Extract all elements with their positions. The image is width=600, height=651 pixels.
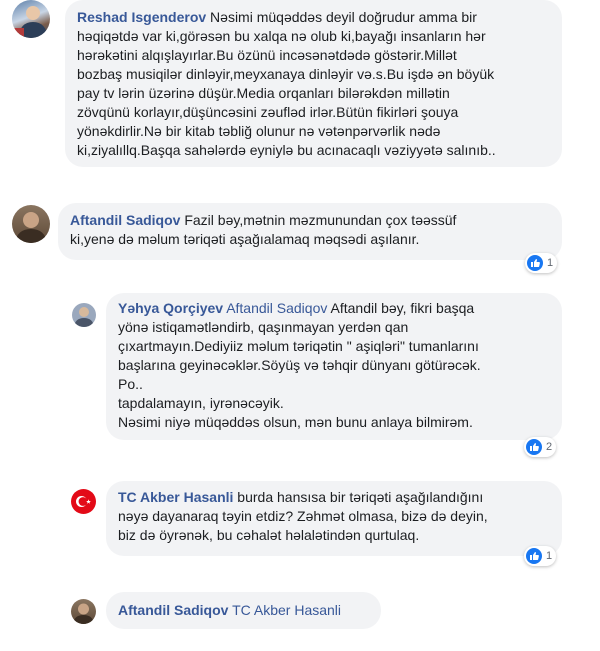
avatar[interactable] (12, 205, 50, 243)
reaction-count[interactable]: 1 (524, 546, 557, 566)
comment-text-line: Fazil bəy,mətnin məzmunundan çox təəssüf (184, 212, 457, 228)
comment-text-line: yönə istiqamətləndirb, qaşınmayan yerdən… (118, 319, 409, 335)
comment-text-line: tapdalamayın, iyrənəcəyik. (118, 395, 284, 411)
avatar[interactable] (71, 599, 96, 624)
comment-text-line: başlarına geyinəcəklər.Söyüş və təhqir d… (118, 357, 481, 373)
comment-bubble: Reshad Isgenderov Nəsimi müqəddəs deyil … (65, 0, 562, 167)
reaction-number: 2 (546, 440, 553, 453)
like-thumb-icon (526, 548, 542, 564)
comment-author[interactable]: Aftandil Sadiqov (118, 602, 228, 618)
comment-text-line: burda hansısa bir təriqəti aşağılandığın… (237, 489, 484, 505)
comment-bubble: Aftandil Sadiqov Fazil bəy,mətnin məzmun… (58, 203, 562, 260)
comment-text-line: Aftandil bəy, fikri başqa (330, 300, 475, 316)
comment-bubble: TC Akber Hasanli burda hansısa bir təriq… (106, 481, 562, 556)
reaction-count[interactable]: 2 (524, 437, 557, 457)
comment-bubble: Yəhya Qorçiyev Aftandil Sadiqov Aftandil… (106, 293, 562, 440)
like-thumb-icon (526, 439, 542, 455)
comment-text-line: zövqünü korlayır,düşüncəsini zəufləd irl… (77, 104, 459, 120)
comment-text-line: ki,ziyalıllq.Başqa sahələrdə eyniylə bu … (77, 142, 496, 158)
comment-mention[interactable]: TC Akber Hasanli (232, 602, 341, 618)
avatar[interactable] (12, 0, 50, 38)
comment-author[interactable]: TC Akber Hasanli (118, 489, 233, 505)
comment-text-line: nəyə dayanaraq təyin etdiz? Zəhmət olmas… (118, 508, 488, 524)
comment-text-line: pay tv lərin üzərinə düşür.Media orqanla… (77, 85, 450, 101)
like-thumb-icon (527, 255, 543, 271)
reaction-number: 1 (547, 256, 554, 269)
reaction-number: 1 (546, 549, 553, 562)
comment-text-line: çıxartmayın.Dediyiiz məlum təriqətin " a… (118, 338, 479, 354)
comment-text-line: həqiqətdə var ki,görəsən bu xalqa nə olu… (77, 28, 486, 44)
comment-mention[interactable]: Aftandil Sadiqov (226, 300, 327, 316)
comment-text-line: hərəkətini alqışlayırlar.Bu özünü incəsə… (77, 47, 457, 63)
comment-author[interactable]: Yəhya Qorçiyev (118, 300, 223, 316)
comment-author[interactable]: Aftandil Sadiqov (70, 212, 180, 228)
comment-bubble: Aftandil Sadiqov TC Akber Hasanli (106, 592, 381, 629)
reaction-count[interactable]: 1 (525, 253, 558, 273)
comment-text-line: bozbaş musiqilər dinləyir,meyxanaya dinl… (77, 66, 495, 82)
comment-author[interactable]: Reshad Isgenderov (77, 9, 206, 25)
avatar[interactable] (72, 303, 96, 327)
comment-text-line: yönəkdirlir.Nə bir kitab təbliğ olunur n… (77, 123, 441, 139)
comment-text-line: Po.. (118, 376, 143, 392)
comment-text-line: Nəsimi müqəddəs deyil doğrudur amma bir (210, 9, 477, 25)
comment-text-line: ki,yenə də məlum təriqəti aşağıalamaq mə… (70, 231, 420, 247)
comment-text-line: Nəsimi niyə müqəddəs olsun, mən bunu anl… (118, 414, 473, 430)
turkey-flag-icon[interactable] (71, 489, 96, 514)
comment-text-line: biz də öyrənək, bu cəhalət həlalətindən … (118, 527, 420, 543)
